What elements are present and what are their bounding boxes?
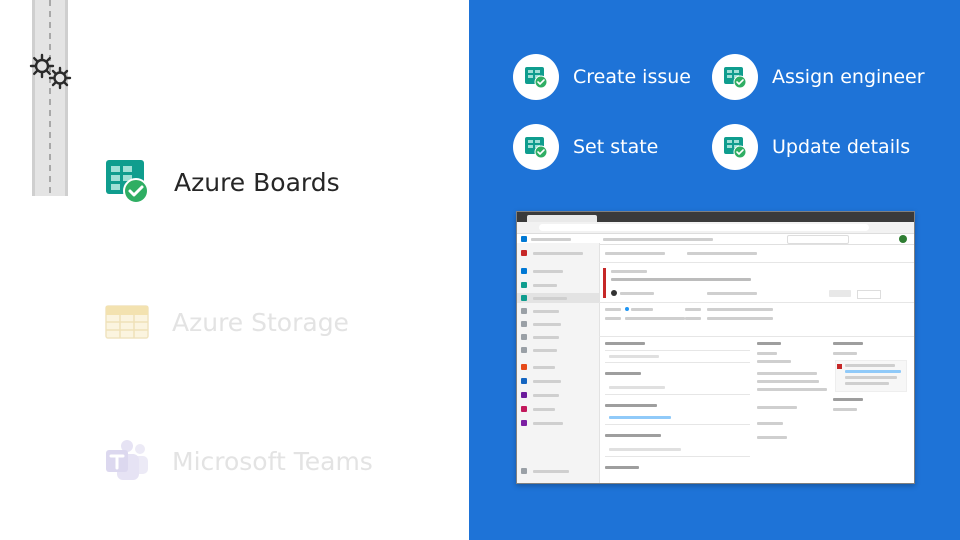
boards-check-icon bbox=[513, 124, 559, 170]
action-set-state: Set state bbox=[513, 124, 658, 170]
service-azure-boards: Azure Boards bbox=[104, 158, 340, 206]
azure-boards-icon bbox=[106, 160, 149, 204]
action-create-issue: Create issue bbox=[513, 54, 691, 100]
left-panel: Azure Boards Azure Storage Microsoft Tea… bbox=[0, 0, 469, 540]
browser-urlbar bbox=[517, 222, 914, 234]
azure-devops-screenshot bbox=[516, 211, 915, 484]
service-label: Microsoft Teams bbox=[172, 446, 373, 476]
action-assign-engineer: Assign engineer bbox=[712, 54, 925, 100]
browser-titlebar bbox=[517, 212, 914, 222]
action-label: Update details bbox=[772, 136, 911, 158]
service-label: Azure Boards bbox=[174, 167, 340, 197]
service-azure-storage: Azure Storage bbox=[104, 302, 349, 342]
boards-check-icon bbox=[712, 54, 758, 100]
devops-sidebar bbox=[517, 243, 600, 483]
boards-check-icon bbox=[712, 124, 758, 170]
road-graphic bbox=[32, 0, 68, 196]
azure-storage-icon bbox=[105, 305, 149, 339]
action-update-details: Update details bbox=[712, 124, 910, 170]
action-label: Assign engineer bbox=[772, 66, 925, 88]
microsoft-teams-icon bbox=[106, 440, 148, 480]
service-label: Azure Storage bbox=[172, 307, 349, 337]
gears-icon bbox=[29, 53, 72, 90]
service-microsoft-teams: Microsoft Teams bbox=[104, 438, 373, 484]
action-label: Set state bbox=[573, 136, 659, 158]
action-label: Create issue bbox=[573, 66, 691, 88]
boards-check-icon bbox=[513, 54, 559, 100]
